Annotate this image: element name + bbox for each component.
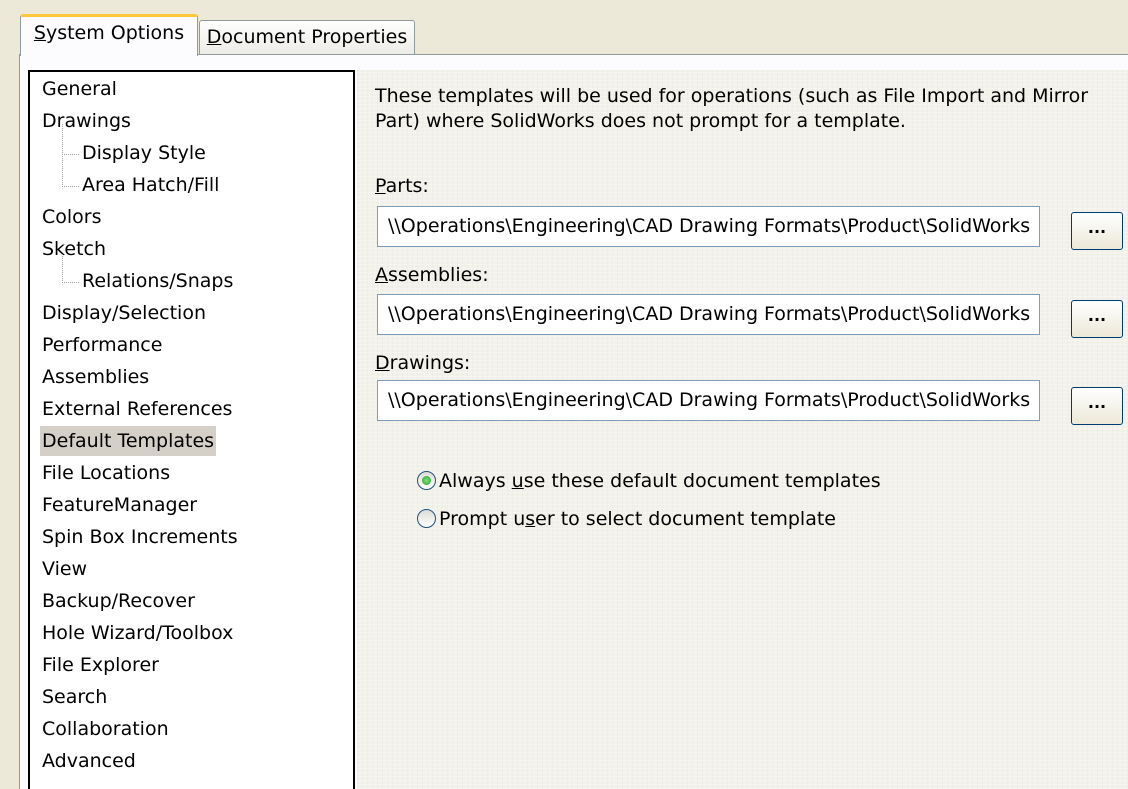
assemblies-browse-button[interactable]: ... — [1071, 300, 1123, 338]
default-templates-pane: These templates will be used for operati… — [357, 70, 1128, 789]
radio-always-use-defaults[interactable]: Always use these default document templa… — [417, 468, 881, 494]
tree-item-default-templates[interactable]: Default Templates — [40, 426, 217, 456]
tree-item-spin-box-increments[interactable]: Spin Box Increments — [40, 522, 240, 552]
tree-item-drawings[interactable]: Drawings — [40, 106, 133, 136]
tree-item-hole-wizard-toolbox[interactable]: Hole Wizard/Toolbox — [40, 618, 235, 648]
tree-item-backup-recover[interactable]: Backup/Recover — [40, 586, 197, 616]
tree-item-external-references[interactable]: External References — [40, 394, 234, 424]
radio-label: Prompt user to select document template — [439, 508, 836, 530]
tree-connector — [62, 252, 79, 283]
parts-template-field[interactable]: \\Operations\Engineering\CAD Drawing For… — [377, 206, 1040, 247]
radio-unchecked-icon[interactable] — [417, 509, 436, 528]
parts-label: Parts: — [375, 175, 429, 197]
tree-item-view[interactable]: View — [40, 554, 89, 584]
tree-item-collaboration[interactable]: Collaboration — [40, 714, 171, 744]
tree-item-advanced[interactable]: Advanced — [40, 746, 138, 776]
drawings-label: Drawings: — [375, 352, 471, 374]
options-tree[interactable]: General Drawings Display Style Area Hatch/F… — [28, 70, 355, 789]
tab-label: Document Properties — [206, 26, 408, 48]
tree-item-area-hatch-fill[interactable]: Area Hatch/Fill — [80, 170, 221, 200]
assemblies-template-field[interactable]: \\Operations\Engineering\CAD Drawing For… — [377, 294, 1040, 335]
radio-prompt-user[interactable]: Prompt user to select document template — [417, 506, 836, 532]
tree-item-featuremanager[interactable]: FeatureManager — [40, 490, 199, 520]
assemblies-label: Assemblies: — [375, 264, 489, 286]
tree-item-general[interactable]: General — [40, 74, 119, 104]
tree-item-colors[interactable]: Colors — [40, 202, 104, 232]
tree-item-relations-snaps[interactable]: Relations/Snaps — [80, 266, 235, 296]
tree-item-display-selection[interactable]: Display/Selection — [40, 298, 208, 328]
drawings-browse-button[interactable]: ... — [1071, 387, 1123, 425]
radio-label: Always use these default document templa… — [439, 470, 881, 492]
radio-checked-icon[interactable] — [417, 471, 436, 490]
tree-connector — [62, 124, 79, 155]
tree-item-display-style[interactable]: Display Style — [80, 138, 208, 168]
tab-document-properties[interactable]: Document Properties — [199, 20, 415, 55]
tab-system-options[interactable]: System Options — [20, 14, 198, 56]
tree-connector — [62, 156, 79, 187]
tab-label: System Options — [33, 22, 185, 44]
drawings-template-field[interactable]: \\Operations\Engineering\CAD Drawing For… — [377, 380, 1040, 421]
tree-item-assemblies[interactable]: Assemblies — [40, 362, 151, 392]
tree-item-performance[interactable]: Performance — [40, 330, 164, 360]
tree-item-file-locations[interactable]: File Locations — [40, 458, 172, 488]
parts-browse-button[interactable]: ... — [1071, 212, 1123, 250]
description-text: These templates will be used for operati… — [375, 85, 1089, 132]
tree-item-search[interactable]: Search — [40, 682, 109, 712]
tree-item-file-explorer[interactable]: File Explorer — [40, 650, 161, 680]
